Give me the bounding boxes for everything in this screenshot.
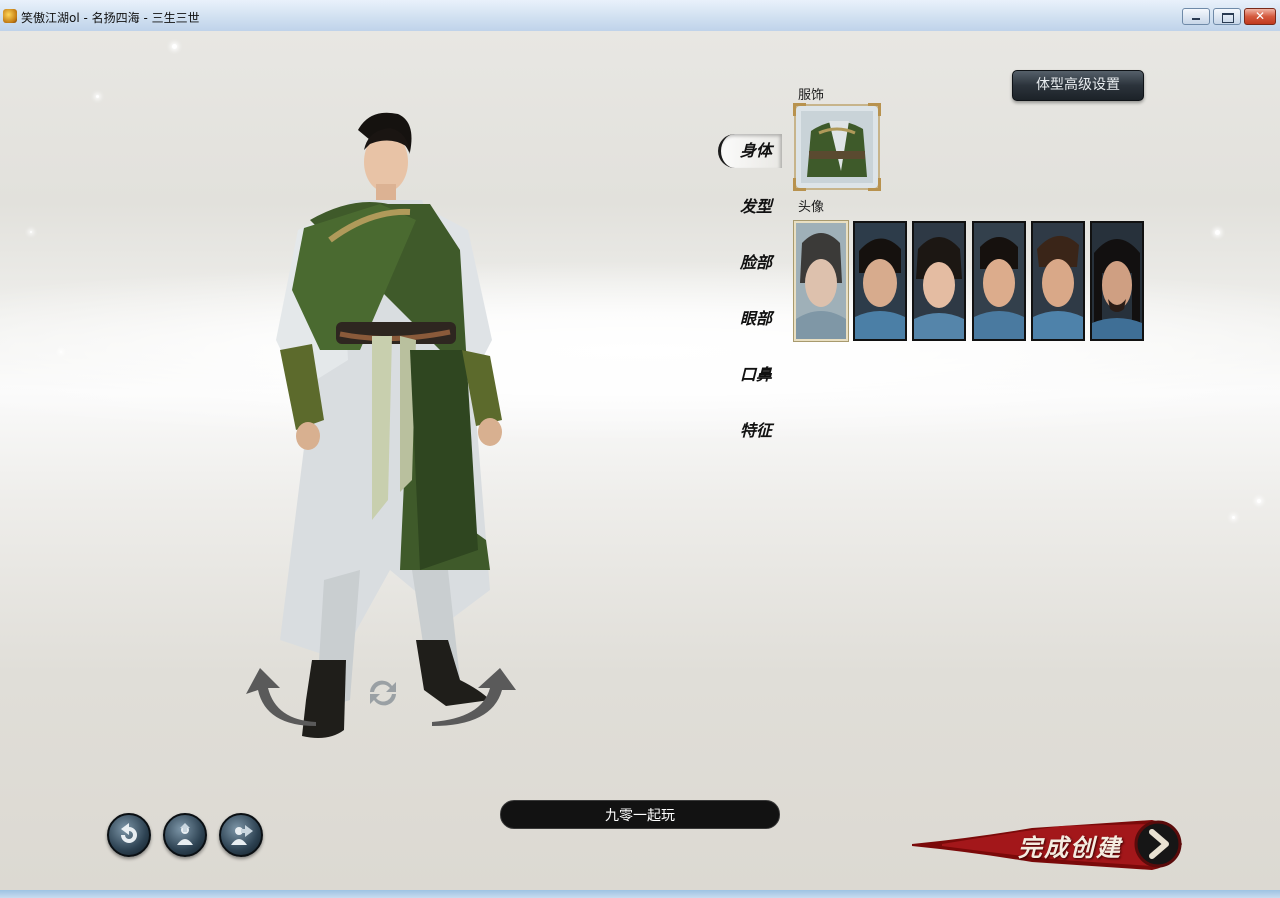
menu-item-face[interactable]: 脸部	[718, 246, 782, 280]
portrait-option[interactable]	[794, 221, 848, 341]
costume-slot[interactable]	[793, 103, 881, 191]
costume-thumbnail	[801, 111, 873, 183]
portrait-image	[1092, 223, 1142, 339]
sparkle	[1257, 499, 1261, 503]
portrait-option[interactable]	[1031, 221, 1085, 341]
finish-create-label: 完成创建	[1018, 833, 1122, 862]
game-logo-icon	[3, 9, 17, 23]
menu-item-hair[interactable]: 发型	[718, 190, 782, 224]
portrait-option[interactable]	[1090, 221, 1144, 341]
rotate-right-arrow-icon[interactable]	[430, 666, 516, 726]
export-character-button[interactable]	[219, 813, 263, 857]
character-export-icon	[231, 825, 253, 845]
sparkle	[1232, 516, 1235, 519]
menu-item-eyes[interactable]: 眼部	[718, 302, 782, 336]
sparkle	[1215, 230, 1220, 235]
portrait-image	[914, 223, 964, 339]
sparkle	[96, 95, 99, 98]
window-titlebar[interactable]: 笑傲江湖ol - 名扬四海 - 三生三世	[0, 0, 1280, 32]
portrait-option[interactable]	[912, 221, 966, 341]
frame-corner	[793, 178, 806, 191]
frame-corner	[868, 178, 881, 191]
menu-item-features[interactable]: 特征	[718, 414, 782, 448]
frame-corner	[868, 103, 881, 116]
sparkle	[30, 231, 32, 233]
sparkle	[172, 44, 177, 49]
character-name-input[interactable]	[500, 800, 780, 829]
rotate-left-arrow-icon[interactable]	[246, 666, 318, 726]
portrait-option[interactable]	[853, 221, 907, 341]
back-arrow-icon	[121, 823, 137, 843]
sparkle	[60, 351, 62, 353]
back-button[interactable]	[107, 813, 151, 857]
upload-character-button[interactable]	[163, 813, 207, 857]
refresh-icon[interactable]	[364, 676, 402, 710]
menu-item-body[interactable]: 身体	[718, 134, 782, 168]
minimize-button[interactable]	[1182, 8, 1210, 25]
restore-button[interactable]	[1213, 8, 1241, 25]
close-button[interactable]	[1244, 8, 1276, 25]
character-model[interactable]	[240, 100, 530, 750]
portrait-option[interactable]	[972, 221, 1026, 341]
portrait-image	[1033, 223, 1083, 339]
character-creation-scene	[0, 31, 1280, 890]
portrait-image	[855, 223, 905, 339]
costume-label: 服饰	[798, 88, 825, 103]
portrait-image	[974, 223, 1024, 339]
advanced-body-settings-button[interactable]: 体型高级设置	[1012, 70, 1144, 101]
portrait-label: 头像	[798, 200, 825, 215]
portrait-image	[796, 223, 846, 339]
menu-item-mouth-nose[interactable]: 口鼻	[718, 358, 782, 392]
window-bottom-border	[0, 890, 1280, 898]
character-upload-icon	[177, 823, 193, 845]
frame-corner	[793, 103, 806, 116]
window-title: 笑傲江湖ol - 名扬四海 - 三生三世	[21, 11, 200, 25]
